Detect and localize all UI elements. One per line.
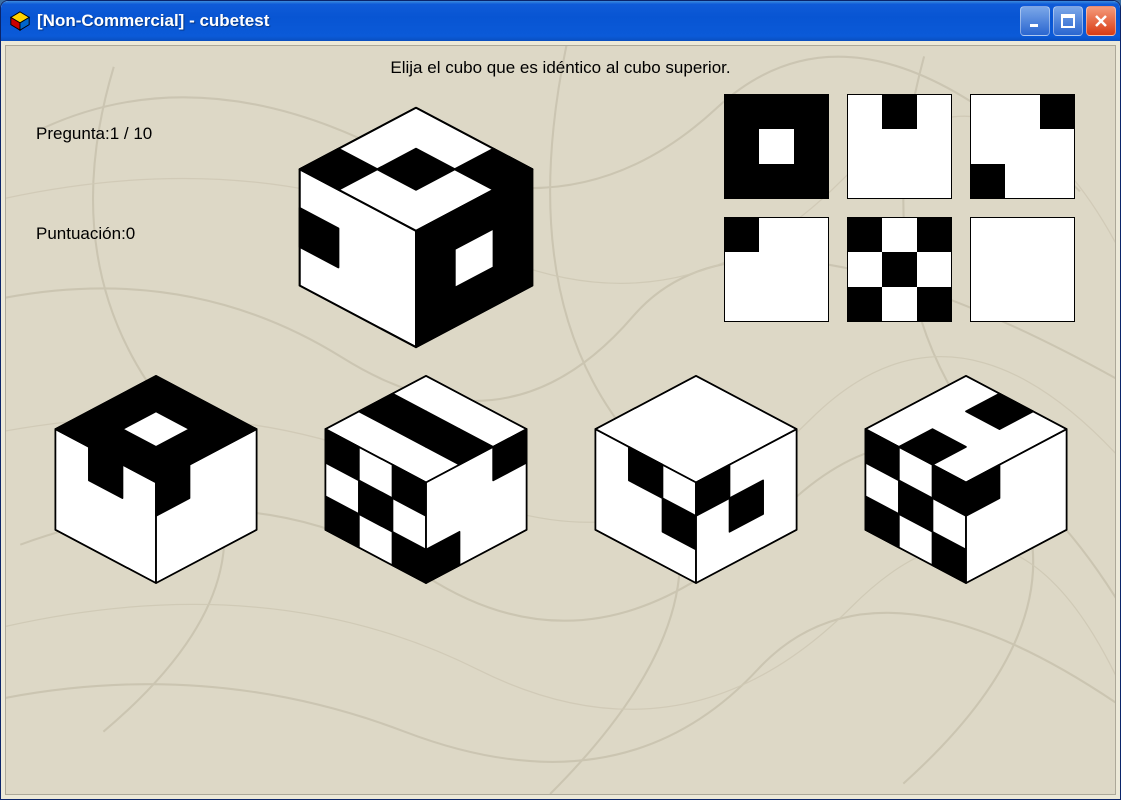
- question-counter: Pregunta:1 / 10: [36, 124, 256, 144]
- instruction-text: Elija el cubo que es idéntico al cubo su…: [6, 46, 1115, 84]
- option-cube-d: [846, 364, 1086, 589]
- face-black-center-white: [724, 94, 829, 199]
- option-cube-a: [36, 364, 276, 589]
- maximize-button[interactable]: [1053, 6, 1083, 36]
- face-blank: [970, 217, 1075, 322]
- reference-cube: [276, 94, 556, 354]
- app-window: [Non-Commercial] - cubetest: [0, 0, 1121, 800]
- option-cube-b: [306, 364, 546, 589]
- face-checker: [847, 217, 952, 322]
- close-button[interactable]: [1086, 6, 1116, 36]
- client-area: Elija el cubo que es idéntico al cubo su…: [5, 45, 1116, 795]
- option-cube-c: [576, 364, 816, 589]
- face-single-tl: [724, 217, 829, 322]
- face-diag-two: [970, 94, 1075, 199]
- app-icon: [9, 10, 31, 32]
- score-label: Puntuación:0: [36, 224, 256, 244]
- minimize-button[interactable]: [1020, 6, 1050, 36]
- window-title: [Non-Commercial] - cubetest: [37, 11, 1020, 31]
- face-key-grid: [576, 94, 1085, 354]
- titlebar[interactable]: [Non-Commercial] - cubetest: [1, 1, 1120, 41]
- face-top-black-notch: [847, 94, 952, 199]
